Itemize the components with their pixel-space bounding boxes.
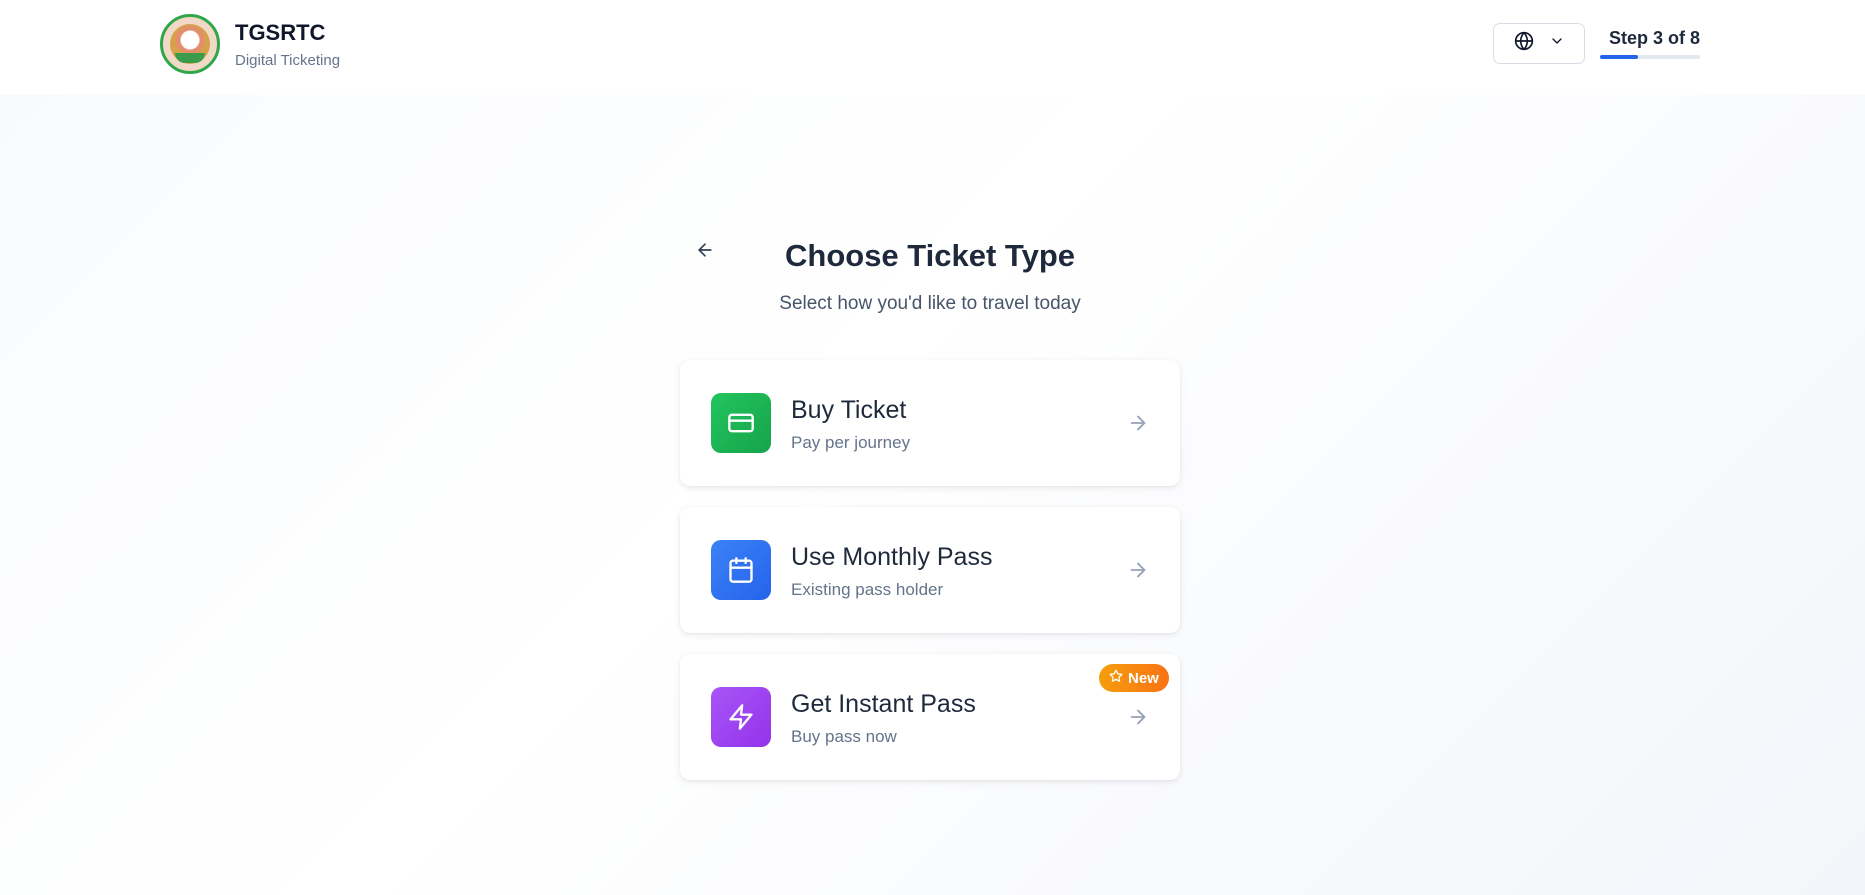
brand-title: TGSRTC — [235, 20, 326, 45]
option-subtitle: Pay per journey — [791, 433, 911, 452]
buy-ticket-card[interactable]: Buy Ticket Pay per journey — [680, 360, 1180, 486]
calendar-icon — [711, 540, 771, 600]
option-title: Use Monthly Pass — [791, 543, 993, 571]
credit-card-icon — [711, 393, 771, 453]
step-progress-track — [1600, 55, 1700, 59]
globe-icon — [1514, 31, 1534, 56]
step-label: Step 3 of 8 — [1608, 28, 1700, 48]
option-title: Get Instant Pass — [791, 690, 976, 718]
language-selector[interactable] — [1493, 23, 1585, 64]
page-title: Choose Ticket Type — [785, 238, 1075, 273]
lightning-icon — [711, 687, 771, 747]
app-header: TGSRTC Digital Ticketing Step 3 of 8 — [0, 0, 1865, 95]
badge-label: New — [1128, 669, 1159, 687]
option-subtitle: Buy pass now — [791, 727, 897, 746]
arrow-right-icon — [1127, 559, 1149, 581]
tgsrtc-logo — [160, 14, 220, 74]
step-indicator: Step 3 of 8 — [1600, 28, 1700, 59]
monthly-pass-card[interactable]: Use Monthly Pass Existing pass holder — [680, 507, 1180, 633]
page-subtitle: Select how you'd like to travel today — [779, 293, 1081, 314]
chevron-down-icon — [1549, 33, 1565, 54]
option-title: Buy Ticket — [791, 396, 907, 424]
new-badge: New — [1099, 664, 1169, 692]
arrow-right-icon — [1127, 412, 1149, 434]
brand[interactable]: TGSRTC Digital Ticketing — [160, 14, 340, 74]
star-icon — [1109, 669, 1123, 687]
brand-subtitle: Digital Ticketing — [235, 52, 341, 69]
step-progress-fill — [1600, 55, 1638, 59]
arrow-right-icon — [1127, 706, 1149, 728]
option-subtitle: Existing pass holder — [791, 580, 944, 599]
instant-pass-card[interactable]: Get Instant Pass Buy pass now New — [680, 654, 1180, 780]
